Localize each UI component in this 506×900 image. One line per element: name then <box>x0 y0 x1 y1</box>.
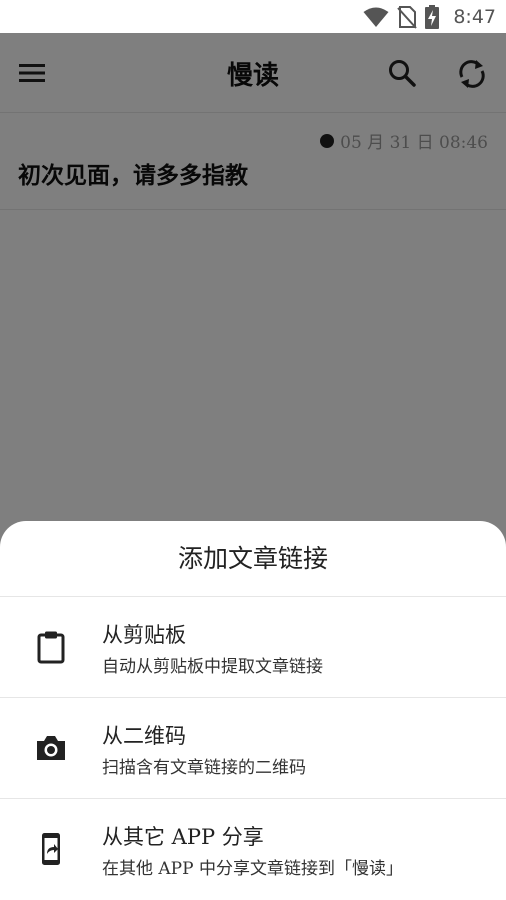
option-from-qrcode[interactable]: 从二维码 扫描含有文章链接的二维码 <box>0 698 506 799</box>
option-title: 从二维码 <box>102 724 186 748</box>
option-description: 自动从剪贴板中提取文章链接 <box>102 657 323 677</box>
status-icons: 8:47 <box>363 4 496 30</box>
battery-charging-icon <box>425 5 440 29</box>
option-from-app-share[interactable]: 从其它 APP 分享 在其他 APP 中分享文章链接到「慢读」 <box>0 799 506 900</box>
camera-icon <box>37 736 65 760</box>
option-title: 从其它 APP 分享 <box>102 825 264 849</box>
clipboard-icon <box>37 631 65 664</box>
add-link-sheet: 添加文章链接 从剪贴板 自动从剪贴板中提取文章链接 从二维码 扫描含有文章链接的… <box>0 521 506 900</box>
sheet-title: 添加文章链接 <box>0 521 506 597</box>
status-time: 8:47 <box>453 6 496 28</box>
status-bar: 8:47 <box>0 0 506 33</box>
phone-share-icon <box>42 833 60 865</box>
wifi-icon <box>363 7 389 27</box>
option-title: 从剪贴板 <box>102 623 186 647</box>
option-from-clipboard[interactable]: 从剪贴板 自动从剪贴板中提取文章链接 <box>0 597 506 698</box>
option-description: 扫描含有文章链接的二维码 <box>102 758 306 778</box>
option-description: 在其他 APP 中分享文章链接到「慢读」 <box>102 859 403 879</box>
no-sim-icon <box>397 6 418 29</box>
